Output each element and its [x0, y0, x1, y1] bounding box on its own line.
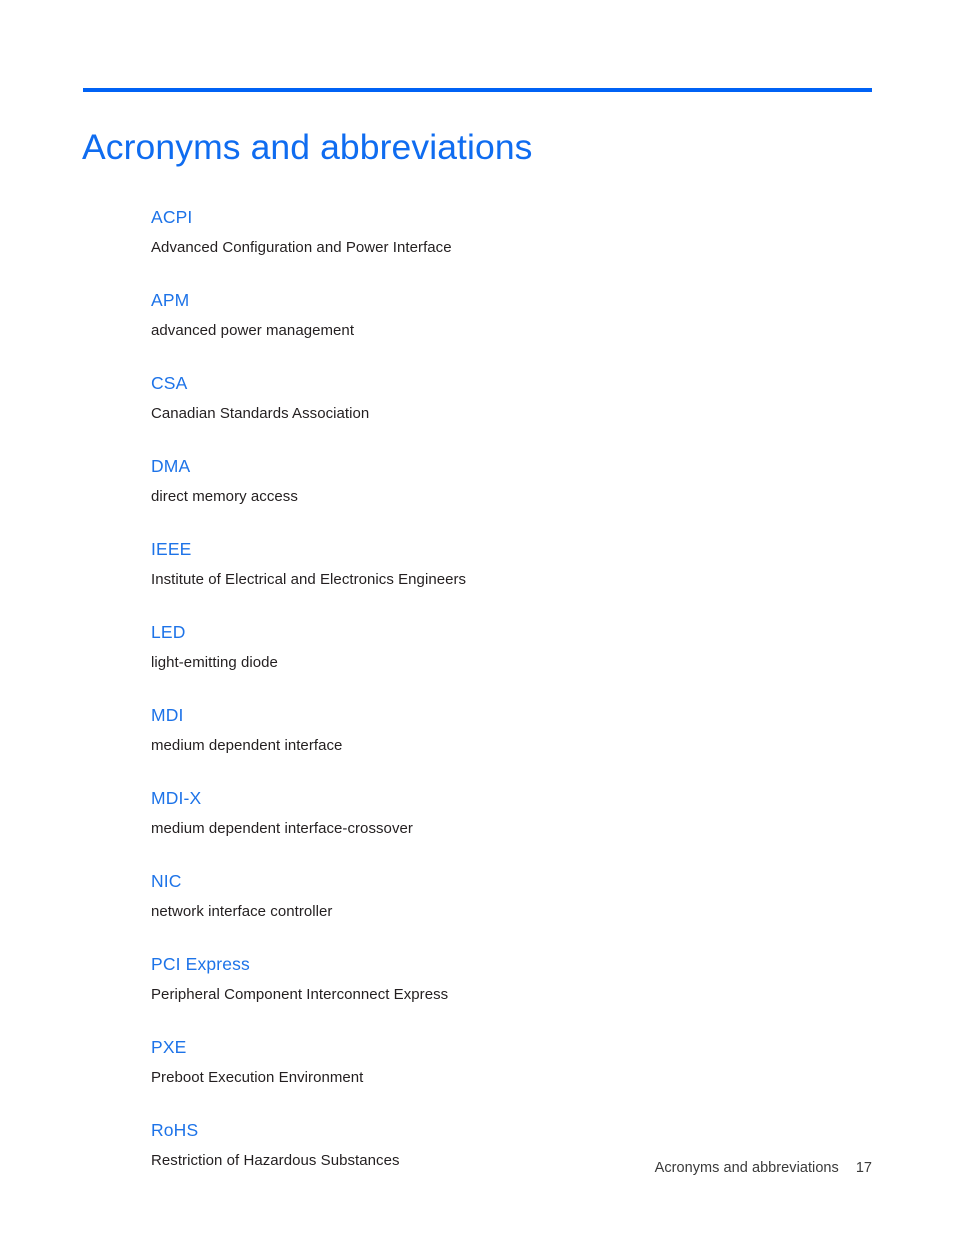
glossary-entry: IEEE Institute of Electrical and Electron…: [151, 537, 851, 591]
glossary-term: APM: [151, 290, 190, 310]
glossary-definition: medium dependent interface-crossover: [151, 820, 413, 837]
document-page: Acronyms and abbreviations ACPI Advanced …: [0, 0, 954, 1235]
glossary-definition: advanced power management: [151, 322, 355, 339]
glossary-term: MDI: [151, 705, 184, 725]
glossary-entry: NIC network interface controller: [151, 869, 851, 923]
glossary-definition: Institute of Electrical and Electronics …: [151, 571, 467, 588]
footer-section-label: Acronyms and abbreviations: [654, 1160, 839, 1176]
glossary-entry: MDI medium dependent interface: [151, 703, 851, 757]
glossary-term: LED: [151, 622, 186, 642]
glossary-term: PXE: [151, 1037, 187, 1057]
page-footer: Acronyms and abbreviations 17: [0, 1157, 872, 1179]
glossary-term: PCI Express: [151, 954, 250, 974]
glossary-entry: LED light-emitting diode: [151, 620, 851, 674]
glossary-entry: PXE Preboot Execution Environment: [151, 1035, 851, 1089]
glossary-definition: Advanced Configuration and Power Interfa…: [151, 239, 452, 256]
glossary-term: RoHS: [151, 1120, 199, 1140]
glossary-entry: PCI Express Peripheral Component Intercon…: [151, 952, 851, 1006]
glossary-term: ACPI: [151, 207, 193, 227]
glossary-definition: Canadian Standards Association: [151, 405, 370, 422]
glossary-term: NIC: [151, 871, 182, 891]
glossary-definition: light-emitting diode: [151, 654, 278, 671]
glossary-definition: medium dependent interface: [151, 737, 343, 754]
glossary-entry: APM advanced power management: [151, 288, 851, 342]
glossary-definition: network interface controller: [151, 903, 333, 920]
header-accent-rule: [83, 88, 872, 92]
glossary-term: IEEE: [151, 539, 192, 559]
glossary-entry: CSA Canadian Standards Association: [151, 371, 851, 425]
glossary-term: MDI-X: [151, 788, 202, 808]
glossary-list: ACPI Advanced Configuration and Power Int…: [151, 205, 851, 1172]
glossary-entry: DMA direct memory access: [151, 454, 851, 508]
footer-page-number: 17: [855, 1160, 872, 1176]
glossary-definition: Preboot Execution Environment: [151, 1069, 364, 1086]
glossary-term: DMA: [151, 456, 191, 476]
page-title: Acronyms and abbreviations: [82, 126, 533, 167]
glossary-term: CSA: [151, 373, 188, 393]
glossary-entry: ACPI Advanced Configuration and Power Int…: [151, 205, 851, 259]
glossary-definition: Peripheral Component Interconnect Expres…: [151, 986, 449, 1003]
glossary-definition: direct memory access: [151, 488, 298, 505]
glossary-entry: MDI-X medium dependent interface-crossove…: [151, 786, 851, 840]
